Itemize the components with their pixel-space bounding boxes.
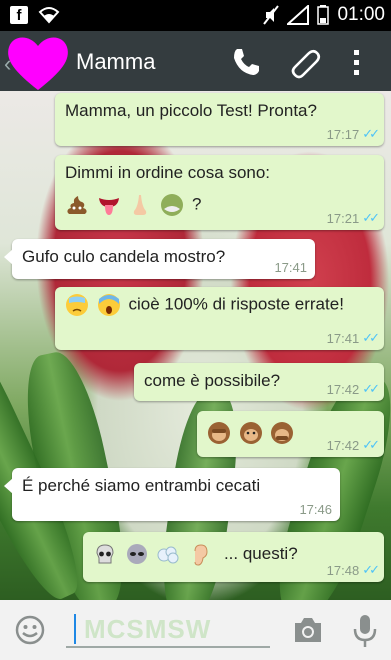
message-text: É perché siamo entrambi cecati (22, 476, 261, 495)
emoji-row: ? (65, 193, 201, 217)
message-time: 17:42 (326, 437, 360, 453)
message-text: Gufo culo candela mostro? (22, 247, 226, 266)
message-bubble-outgoing[interactable]: Mamma, un piccolo Test! Pronta? 17:17 ✓✓ (55, 93, 384, 146)
attach-icon[interactable] (288, 45, 322, 79)
message-bubble-incoming[interactable]: Gufo culo candela mostro? 17:41 (4, 239, 315, 279)
overflow-menu-icon[interactable] (350, 45, 362, 79)
message-time: 17:17 (326, 126, 360, 142)
sweat-emoji-icon (66, 294, 88, 316)
message-text: ... questi? (223, 544, 298, 564)
battery-icon (317, 5, 330, 25)
read-ticks-icon: ✓✓ (362, 562, 380, 577)
message-meta: 17:41 (274, 260, 307, 275)
read-ticks-icon: ✓✓ (362, 330, 380, 345)
message-time: 17:41 (326, 330, 360, 346)
tongue-emoji-icon (98, 198, 119, 215)
scream-emoji-icon (97, 294, 120, 316)
mute-icon (263, 5, 280, 25)
poop-emoji-icon (67, 196, 87, 214)
hear-no-evil-monkey-emoji-icon (239, 422, 262, 444)
avatar[interactable] (5, 32, 71, 92)
message-bubble-outgoing[interactable]: 17:42 ✓✓ (197, 411, 384, 457)
message-meta: 17:21 ✓✓ (326, 210, 380, 226)
contact-name[interactable]: Mamma (76, 49, 155, 75)
message-meta: 17:17 ✓✓ (326, 126, 380, 142)
ear-emoji-icon (194, 544, 208, 566)
speak-no-evil-monkey-emoji-icon (271, 422, 294, 444)
read-ticks-icon: ✓✓ (362, 381, 380, 396)
message-meta: 17:42 ✓✓ (326, 437, 380, 453)
message-time: 17:41 (274, 260, 307, 275)
message-bubble-incoming[interactable]: É perché siamo entrambi cecati 17:46 (4, 468, 340, 521)
chat-header: ‹ Mamma (0, 31, 391, 91)
text-cursor (74, 614, 76, 644)
message-time: 17:48 (326, 562, 360, 578)
microphone-icon[interactable] (352, 614, 378, 648)
ogre-emoji-icon (161, 194, 184, 216)
message-time: 17:42 (326, 381, 360, 397)
read-ticks-icon: ✓✓ (362, 437, 380, 452)
message-text: come è possibile? (144, 371, 281, 390)
message-meta: 17:46 (299, 502, 332, 517)
message-text: cioè 100% di risposte errate! (128, 294, 344, 314)
message-row: cioè 100% di risposte errate! (65, 293, 344, 317)
alien-emoji-icon (126, 544, 147, 564)
message-meta: 17:48 ✓✓ (326, 562, 380, 578)
message-row: ... questi? (93, 543, 298, 567)
clock: 01:00 (337, 4, 385, 25)
message-text: Mamma, un piccolo Test! Pronta? (65, 101, 317, 120)
phone-icon[interactable] (229, 45, 263, 79)
message-bubble-outgoing[interactable]: cioè 100% di risposte errate! 17:41 ✓✓ (55, 287, 384, 350)
camera-icon[interactable] (292, 616, 324, 644)
emoji-row (207, 421, 297, 445)
message-meta: 17:42 ✓✓ (326, 381, 380, 397)
wifi-icon (38, 7, 60, 24)
see-no-evil-monkey-emoji-icon (208, 422, 230, 444)
message-input[interactable] (66, 646, 270, 648)
message-meta: 17:41 ✓✓ (326, 330, 380, 346)
skull-emoji-icon (96, 544, 114, 564)
signal-icon (287, 5, 310, 25)
status-bar: f 01:00 (0, 0, 391, 31)
dash-emoji-icon (157, 546, 179, 564)
message-bubble-outgoing[interactable]: ... questi? 17:48 ✓✓ (83, 532, 384, 582)
input-bar: MCSMSW (0, 600, 391, 660)
message-bubble-outgoing[interactable]: Dimmi in ordine cosa sono: ? 17:21 ✓✓ (55, 155, 384, 230)
facebook-notification-icon: f (10, 6, 28, 24)
emoji-keyboard-icon[interactable] (14, 614, 46, 646)
message-bubble-outgoing[interactable]: come è possibile? 17:42 ✓✓ (134, 363, 384, 401)
nose-emoji-icon (134, 195, 147, 215)
message-text-suffix: ? (191, 194, 202, 214)
watermark: MCSMSW (84, 614, 212, 644)
chat-area[interactable]: Mamma, un piccolo Test! Pronta? 17:17 ✓✓ … (0, 91, 391, 600)
read-ticks-icon: ✓✓ (362, 126, 380, 141)
message-text: Dimmi in ordine cosa sono: (65, 163, 271, 182)
message-time: 17:46 (299, 502, 332, 517)
read-ticks-icon: ✓✓ (362, 210, 380, 225)
message-time: 17:21 (326, 210, 360, 226)
